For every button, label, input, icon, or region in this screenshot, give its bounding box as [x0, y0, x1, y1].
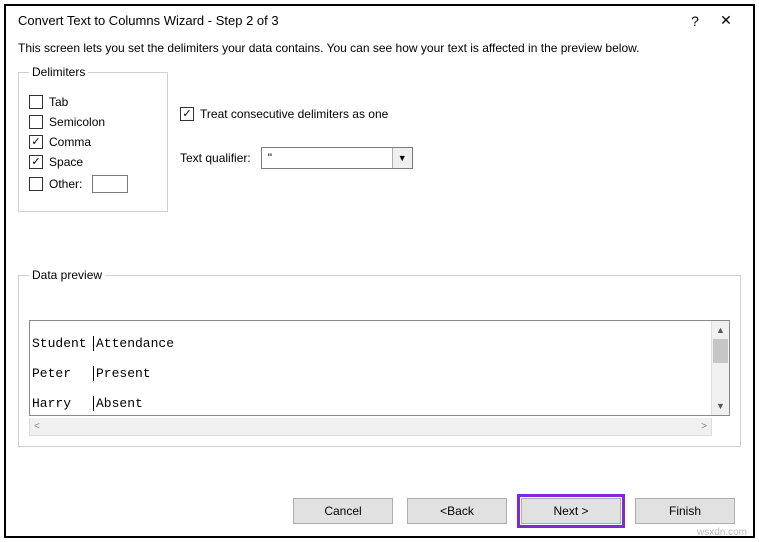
delim-other-checkbox[interactable] [29, 177, 43, 191]
delim-space-label: Space [49, 155, 83, 169]
horizontal-scrollbar[interactable]: < > [29, 418, 712, 436]
cancel-button[interactable]: Cancel [293, 498, 393, 524]
dialog-window: Convert Text to Columns Wizard - Step 2 … [4, 4, 755, 538]
delim-comma-label: Comma [49, 135, 91, 149]
treat-consecutive-row[interactable]: Treat consecutive delimiters as one [180, 107, 741, 121]
finish-button[interactable]: Finish [635, 498, 735, 524]
close-button[interactable]: ✕ [709, 12, 743, 29]
button-bar: Cancel < Back Next > Finish [293, 498, 735, 524]
preview-box: StudentAttendance PeterPresent HarryAbse… [29, 320, 730, 416]
delim-other-input[interactable] [92, 175, 128, 193]
scroll-left-icon[interactable]: < [34, 421, 40, 432]
chevron-down-icon[interactable]: ▼ [392, 148, 412, 168]
scroll-up-icon[interactable]: ▲ [712, 321, 729, 339]
delim-space-checkbox[interactable] [29, 155, 43, 169]
delim-semicolon-checkbox[interactable] [29, 115, 43, 129]
text-qualifier-select[interactable]: " ▼ [261, 147, 413, 169]
delim-other-row[interactable]: Other: [29, 175, 159, 193]
text-qualifier-label: Text qualifier: [180, 151, 251, 165]
delim-tab-checkbox[interactable] [29, 95, 43, 109]
delimiters-group: Delimiters Tab Semicolon Comma Space [18, 65, 168, 212]
treat-consecutive-checkbox[interactable] [180, 107, 194, 121]
table-row: StudentAttendance [30, 336, 711, 351]
data-preview-group: Data preview StudentAttendance PeterPres… [18, 268, 741, 447]
title-bar: Convert Text to Columns Wizard - Step 2 … [6, 6, 753, 35]
scroll-right-icon[interactable]: > [701, 421, 707, 432]
watermark: wsxdn.com [697, 527, 747, 538]
delim-tab-row[interactable]: Tab [29, 95, 159, 109]
back-button[interactable]: < Back [407, 498, 507, 524]
delim-comma-row[interactable]: Comma [29, 135, 159, 149]
text-qualifier-value: " [262, 151, 392, 165]
table-row: HarryAbsent [30, 396, 711, 411]
delim-semicolon-row[interactable]: Semicolon [29, 115, 159, 129]
delim-space-row[interactable]: Space [29, 155, 159, 169]
scroll-thumb[interactable] [713, 339, 728, 363]
scroll-down-icon[interactable]: ▼ [712, 397, 729, 415]
next-button[interactable]: Next > [521, 498, 621, 524]
vertical-scrollbar[interactable]: ▲ ▼ [711, 321, 729, 415]
delim-semicolon-label: Semicolon [49, 115, 105, 129]
description-text: This screen lets you set the delimiters … [18, 37, 741, 65]
table-row: PeterPresent [30, 366, 711, 381]
delimiters-legend: Delimiters [29, 65, 88, 79]
help-button[interactable]: ? [681, 13, 709, 29]
data-preview-legend: Data preview [29, 268, 105, 282]
treat-consecutive-label: Treat consecutive delimiters as one [200, 107, 388, 121]
delim-tab-label: Tab [49, 95, 68, 109]
delim-comma-checkbox[interactable] [29, 135, 43, 149]
preview-content: StudentAttendance PeterPresent HarryAbse… [30, 321, 711, 415]
delim-other-label: Other: [49, 177, 82, 191]
dialog-title: Convert Text to Columns Wizard - Step 2 … [18, 13, 681, 28]
